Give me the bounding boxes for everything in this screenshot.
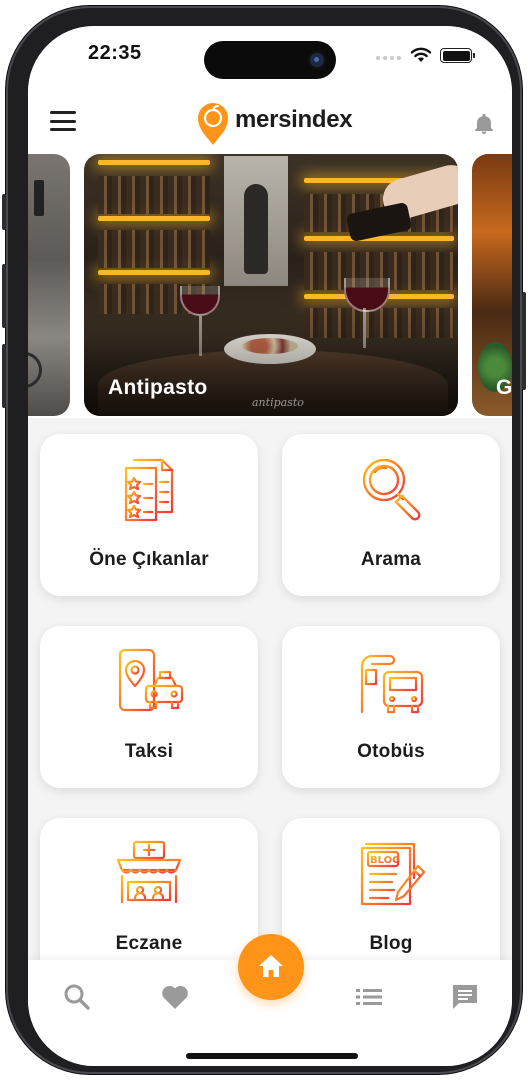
heart-icon[interactable] [160, 982, 190, 1012]
volume-up-button [2, 264, 6, 328]
taxi-icon [118, 648, 184, 712]
phone-frame: 22:35 mersindex Antipasto antipasto G Ön… [2, 6, 526, 1074]
carousel-slide-prev[interactable] [28, 154, 70, 416]
battery-icon [440, 48, 475, 63]
card-search[interactable]: Arama [282, 434, 500, 596]
brand-name: mersindex [235, 106, 353, 133]
card-label: Öne Çıkanlar [89, 549, 209, 570]
next-slide-title: G [496, 376, 512, 399]
card-pharmacy[interactable]: Eczane [40, 818, 258, 980]
battery-level [442, 50, 470, 61]
bell-icon[interactable] [472, 112, 496, 136]
dynamic-island [204, 41, 336, 79]
card-bus[interactable]: Otobüs [282, 626, 500, 788]
screen: 22:35 mersindex Antipasto antipasto G Ön… [28, 26, 512, 1066]
volume-down-button [2, 344, 6, 408]
svg-text:BLOG: BLOG [370, 855, 400, 866]
chat-icon[interactable] [450, 982, 480, 1012]
blog-icon: BLOG [360, 842, 426, 906]
carousel-slide-current[interactable]: Antipasto antipasto [84, 154, 458, 416]
slide-watermark: antipasto [252, 396, 304, 409]
home-indicator [186, 1053, 358, 1059]
status-time: 22:35 [88, 42, 142, 64]
card-label: Taksi [124, 741, 174, 762]
card-label: Arama [360, 549, 422, 570]
card-label: Otobüs [357, 741, 425, 762]
card-taxi[interactable]: Taksi [40, 626, 258, 788]
app-header: mersindex [28, 86, 512, 154]
orange-pin-icon [198, 103, 228, 145]
status-bar: 22:35 [28, 26, 512, 86]
power-button [522, 292, 526, 390]
slide-title: Antipasto [108, 376, 208, 399]
wifi-icon [410, 47, 432, 62]
bus-stop-icon [356, 654, 424, 714]
list-icon[interactable] [354, 982, 384, 1012]
hamburger-menu-icon[interactable] [50, 111, 76, 131]
home-icon [259, 955, 283, 977]
magnifier-icon [362, 458, 421, 521]
featured-carousel[interactable]: Antipasto antipasto G [28, 154, 512, 418]
carousel-slide-next[interactable]: G [472, 154, 512, 416]
home-button[interactable] [238, 934, 304, 1000]
cellular-signal-icon [376, 56, 401, 60]
search-icon[interactable] [62, 982, 92, 1012]
brand-logo: mersindex [196, 100, 353, 146]
pharmacy-icon [114, 840, 184, 906]
card-label: Blog [369, 933, 413, 954]
front-camera [310, 53, 324, 67]
featured-list-icon [124, 458, 174, 522]
card-featured[interactable]: Öne Çıkanlar [40, 434, 258, 596]
card-label: Eczane [115, 933, 183, 954]
card-blog[interactable]: BLOG Blog [282, 818, 500, 980]
silent-switch [2, 194, 6, 230]
